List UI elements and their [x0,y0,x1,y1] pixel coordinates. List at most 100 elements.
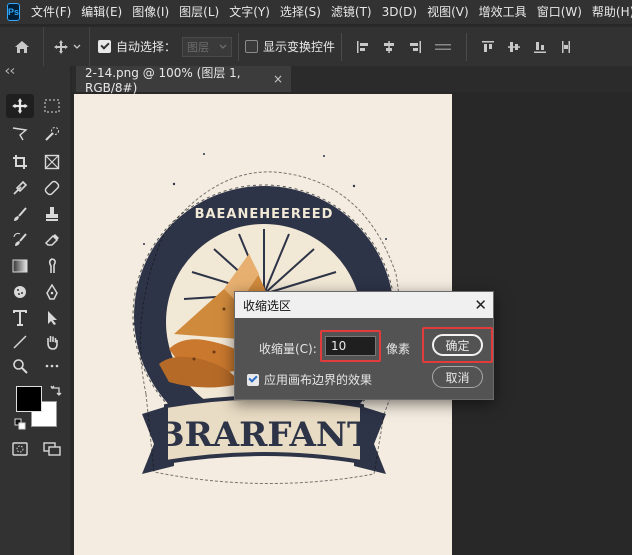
align-bottom-icon[interactable] [533,40,547,54]
marquee-tool[interactable] [38,94,66,118]
show-transform-label: 显示变换控件 [263,40,336,54]
menu-help[interactable]: 帮助(H) [587,0,632,24]
zoom-tool[interactable] [6,354,34,378]
auto-select-checkbox[interactable] [98,40,111,53]
home-button[interactable] [0,26,44,67]
quick-mask-icon [12,442,28,456]
path-selection-tool[interactable] [38,306,66,330]
menu-plugins[interactable]: 增效工具 [474,0,532,24]
divider [238,32,240,61]
options-bar: 自动选择： 图层 显示变换控件 [0,26,632,67]
tools-panel [0,66,70,555]
divider [341,32,343,61]
clone-stamp-tool[interactable] [38,202,66,226]
healing-brush-tool[interactable] [38,176,66,200]
zoom-icon [13,359,28,374]
lasso-tool[interactable] [6,122,34,146]
divider [466,32,468,61]
pen-tool[interactable] [38,280,66,304]
default-colors-icon[interactable] [14,418,26,430]
line-tool[interactable] [6,330,34,354]
stamp-icon [46,207,58,221]
type-tool[interactable] [6,306,34,330]
sponge-icon [14,286,26,298]
menu-layer[interactable]: 图层(L) [174,0,224,24]
brush-tool[interactable] [6,202,34,226]
menu-edit[interactable]: 编辑(E) [76,0,127,24]
crop-tool[interactable] [6,150,34,174]
dodge-tool[interactable] [6,280,34,304]
polygonal-lasso-icon [12,127,28,141]
show-transform-checkbox[interactable] [245,40,259,53]
more-tools[interactable] [38,354,66,378]
quick-selection-tool[interactable] [38,122,66,146]
close-icon[interactable]: ✕ [474,297,487,313]
distribute-vertical-icon[interactable] [559,40,573,54]
screen-mode-button[interactable] [38,437,66,461]
menu-image[interactable]: 图像(I) [127,0,174,24]
frame-tool[interactable] [38,150,66,174]
more-icon [45,364,59,368]
chevron-down-icon [219,44,227,49]
apply-canvas-bounds-checkbox[interactable] [247,373,259,386]
auto-select-target-value: 图层 [187,40,210,54]
menu-view[interactable]: 视图(V) [422,0,474,24]
quick-mask-button[interactable] [6,437,34,461]
photoshop-logo-icon: Ps [7,3,21,21]
move-tool-preset[interactable] [44,26,90,67]
arrow-cursor-icon [48,311,57,325]
contract-amount-highlight: 10 [320,330,381,362]
contract-amount-label: 收缩量(C): [259,342,317,356]
eraser-icon [44,234,59,246]
align-right-icon[interactable] [408,40,422,54]
band-aid-icon [44,180,60,196]
move-icon [12,98,28,114]
quick-selection-icon [45,127,59,141]
close-tab-icon[interactable]: × [273,72,283,86]
gradient-tool[interactable] [6,254,34,278]
eyedropper-tool[interactable] [6,176,34,200]
align-left-icon[interactable] [356,40,370,54]
document-tab[interactable]: 2-14.png @ 100% (图层 1, RGB/8#) × [76,66,291,95]
unit-label: 像素 [386,342,411,356]
distribute-horizontal-icon[interactable] [434,40,452,54]
align-buttons [356,32,573,61]
align-top-icon[interactable] [481,40,495,54]
document-tab-bar: 2-14.png @ 100% (图层 1, RGB/8#) × [72,66,632,95]
cancel-button[interactable]: 取消 [432,366,483,388]
dialog-title-bar: 收缩选区 ✕ [235,292,493,318]
pen-icon [46,284,58,300]
smudge-tool[interactable] [38,254,66,278]
menu-window[interactable]: 窗口(W) [532,0,587,24]
gradient-icon [12,259,28,273]
collapse-panel-icon[interactable] [5,68,15,74]
chevron-down-icon [73,44,80,49]
eraser-tool[interactable] [38,228,66,252]
hand-icon [47,336,58,350]
badge-brand-text: BRARFANT [156,415,373,455]
menu-file[interactable]: 文件(F) [26,0,76,24]
move-tool[interactable] [6,94,34,118]
history-brush-tool[interactable] [6,228,34,252]
badge-arc-text: BAEANEHEEREED [195,207,334,222]
menu-filter[interactable]: 滤镜(T) [326,0,377,24]
history-brush-icon [13,232,27,246]
menu-3d[interactable]: 3D(D) [377,0,422,24]
eyedropper-icon [13,180,28,195]
apply-canvas-bounds-option[interactable]: 应用画布边界的效果 [247,371,372,388]
align-vertical-center-icon[interactable] [507,40,521,54]
contract-amount-input[interactable]: 10 [325,336,376,356]
home-icon [14,40,29,53]
align-horizontal-center-icon[interactable] [382,40,396,54]
hand-tool[interactable] [38,330,66,354]
smudge-icon [48,258,56,273]
menu-type[interactable]: 文字(Y) [224,0,275,24]
ok-button[interactable]: 确定 [432,334,483,356]
line-icon [13,335,27,349]
apply-canvas-bounds-label: 应用画布边界的效果 [264,373,373,387]
menu-select[interactable]: 选择(S) [275,0,326,24]
auto-select-target-dropdown[interactable]: 图层 [182,36,233,57]
crop-icon [13,155,27,169]
move-icon [53,39,68,54]
foreground-color-swatch[interactable] [16,386,42,412]
